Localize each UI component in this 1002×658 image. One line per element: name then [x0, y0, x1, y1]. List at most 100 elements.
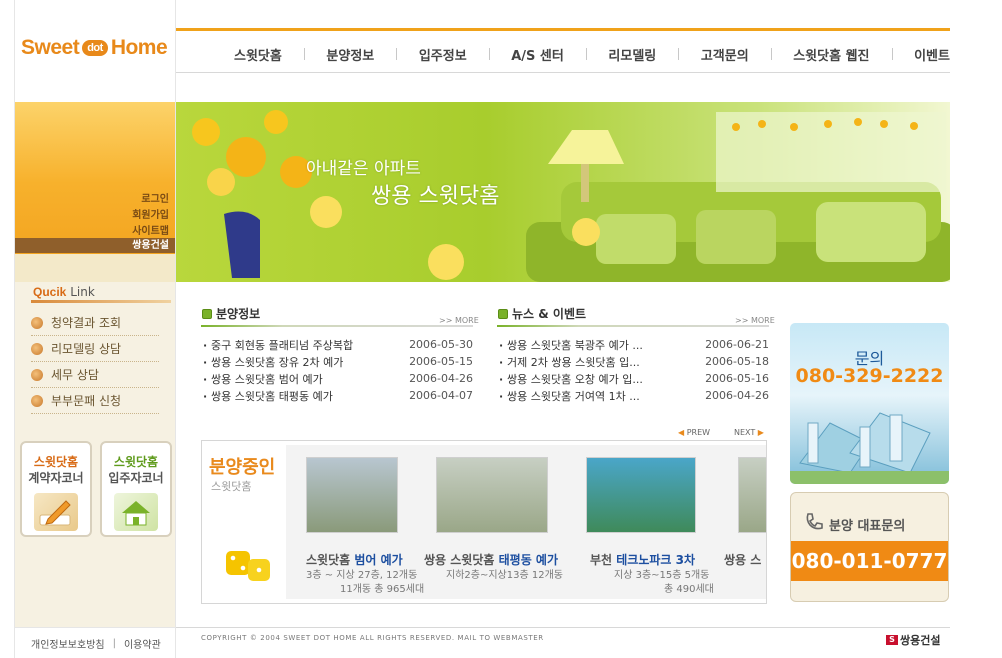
login-link[interactable]: 로그인: [141, 190, 169, 205]
inquiry-phone: 080-329-2222: [795, 365, 944, 387]
square-icon: [202, 308, 212, 319]
left-footer: 개인정보보호방침 | 이용약관: [15, 627, 175, 658]
next-label: NEXT: [734, 428, 756, 437]
presale-card[interactable]: 쌍용 스윗닷홈 태평동 예가 지하2층~지상13층 12개동: [424, 457, 576, 597]
list-item-date: 2006-05-18: [705, 355, 769, 368]
apartment-thumbnail: [306, 457, 398, 533]
presale-card-caption: 부천 테크노파크 3차: [590, 551, 695, 568]
house-icon: [114, 493, 158, 531]
apartment-thumbnail: [738, 457, 766, 533]
presale-track: 스윗닷홈 범어 예가 3층 ~ 지상 27층, 12개동 11개동 총 965세대…: [286, 445, 766, 599]
presale-card[interactable]: 스윗닷홈 범어 예가 3층 ~ 지상 27층, 12개동 11개동 총 965세대: [286, 457, 426, 597]
inquiry-panel[interactable]: 문의 080-329-2222: [790, 323, 949, 484]
list-item[interactable]: 중구 회현동 플래티넘 주상복합 2006-05-30: [203, 336, 473, 353]
footer-rule: [176, 627, 950, 628]
quick-item-label: 세무 상담: [51, 368, 99, 382]
left-column: Sweet dot Home 로그인 회원가입 사이트맵 쌍용건설 Qucik Li…: [14, 0, 176, 658]
carousel-next-button[interactable]: NEXT ▶: [734, 428, 764, 437]
caption-highlight: 테크노파크 3차: [616, 553, 696, 567]
top-accent-rule: [176, 28, 950, 31]
square-icon: [498, 308, 508, 319]
chevron-left-icon: ◀: [678, 428, 687, 437]
presale-card-caption: 스윗닷홈 범어 예가: [306, 551, 403, 568]
nav-item-sweetdothome[interactable]: 스윗닷홈: [234, 45, 282, 64]
presale-card-caption: 쌍용 스: [724, 551, 761, 568]
news-more-button[interactable]: >> MORE: [735, 316, 775, 325]
quick-item-subscription-result[interactable]: 청약결과 조회: [31, 310, 159, 336]
nav-divider: [770, 48, 772, 60]
presale-carousel-subtitle: 스윗닷홈: [211, 480, 252, 493]
nav-item-as-center[interactable]: A/S 센터: [511, 45, 564, 64]
company-name: 쌍용건설: [900, 634, 941, 647]
list-item[interactable]: 쌍용 스윗닷홈 오창 예가 입... 2006-05-16: [499, 370, 769, 387]
caption-highlight: 태평동 예가: [498, 553, 558, 567]
apartment-thumbnail: [586, 457, 696, 533]
presale-info-more-button[interactable]: >> MORE: [439, 316, 479, 325]
list-item-text: 쌍용 스윗닷홈 거여역 1차 ...: [499, 388, 640, 404]
privacy-policy-link[interactable]: 개인정보보호방침: [31, 636, 105, 651]
sitemap-link[interactable]: 사이트맵: [132, 222, 169, 237]
pencil-icon: [34, 493, 78, 531]
presale-carousel-title: 분양중인: [209, 457, 276, 478]
list-item-text: 쌍용 스윗닷홈 북광주 예가 ...: [499, 337, 643, 353]
footer-separator: |: [112, 637, 116, 649]
nav-divider: [303, 48, 305, 60]
list-item-text: 쌍용 스윗닷홈 장유 2차 예가: [203, 354, 343, 370]
logo[interactable]: Sweet dot Home: [21, 36, 168, 60]
caption-prefix: 스윗닷홈: [306, 553, 355, 567]
nav-item-remodeling[interactable]: 리모델링: [608, 45, 656, 64]
list-item[interactable]: 쌍용 스윗닷홈 거여역 1차 ... 2006-04-26: [499, 387, 769, 404]
logo-word-home: Home: [110, 36, 168, 59]
presale-card-detail: 3층 ~ 지상 27층, 12개동 11개동 총 965세대: [306, 569, 424, 597]
nav-item-move-in-info[interactable]: 입주정보: [419, 45, 467, 64]
caption-prefix: 쌍용 스윗닷홈: [424, 553, 499, 567]
quick-item-nameplate[interactable]: 부부문패 신청: [31, 388, 159, 414]
caption-prefix: 부천: [590, 553, 617, 567]
bullet-icon: [31, 342, 43, 355]
quick-item-label: 청약결과 조회: [51, 316, 122, 330]
list-item-text: 쌍용 스윗닷홈 범어 예가: [203, 371, 323, 387]
join-link[interactable]: 회원가입: [132, 206, 169, 221]
list-item[interactable]: 쌍용 스윗닷홈 북광주 예가 ... 2006-06-21: [499, 336, 769, 353]
resident-corner-button[interactable]: 스윗닷홈 입주자코너: [100, 441, 172, 537]
hero-banner: 아내같은 아파트 쌍용 스윗닷홈: [176, 102, 950, 282]
corner-label-name: 입주자코너: [108, 471, 164, 485]
nav-item-customer-inquiry[interactable]: 고객문의: [701, 45, 749, 64]
presale-info-heading: 분양정보: [202, 305, 260, 322]
chevron-right-icon: ▶: [755, 428, 764, 437]
company-link[interactable]: 쌍용건설: [15, 238, 175, 253]
nav-item-webzine[interactable]: 스윗닷홈 웹진: [793, 45, 869, 64]
detail-line: 11개동 총 965세대: [340, 584, 425, 595]
list-item[interactable]: 쌍용 스윗닷홈 범어 예가 2006-04-26: [203, 370, 473, 387]
list-item[interactable]: 쌍용 스윗닷홈 장유 2차 예가 2006-05-15: [203, 353, 473, 370]
bullet-icon: [31, 316, 43, 329]
list-item[interactable]: 거제 2차 쌍용 스윗닷홈 입... 2006-05-18: [499, 353, 769, 370]
corner-label-name: 계약자코너: [28, 471, 84, 485]
news-rule: [497, 325, 769, 327]
bullet-icon: [31, 368, 43, 381]
nav-item-event[interactable]: 이벤트: [914, 45, 950, 64]
list-item-date: 2006-04-07: [409, 389, 473, 402]
detail-line: 총 490세대: [664, 584, 714, 595]
quick-item-remodeling[interactable]: 리모델링 상담: [31, 336, 159, 362]
news-list: 쌍용 스윗닷홈 북광주 예가 ... 2006-06-21 거제 2차 쌍용 스윗…: [499, 336, 769, 404]
presale-card[interactable]: 부천 테크노파크 3차 지상 3층~15층 5개동총 490세대: [584, 457, 724, 597]
bullet-icon: [31, 394, 43, 407]
list-item[interactable]: 쌍용 스윗닷홈 태평동 예가 2006-04-07: [203, 387, 473, 404]
contractor-corner-button[interactable]: 스윗닷홈 계약자코너: [20, 441, 92, 537]
carousel-prev-button[interactable]: ◀ PREW: [678, 428, 710, 437]
apartment-thumbnail: [436, 457, 548, 533]
sales-inquiry-panel[interactable]: 분양 대표문의 080-011-0777: [790, 492, 949, 602]
presale-card[interactable]: 쌍용 스: [724, 457, 766, 597]
company-logo: S 쌍용건설: [886, 632, 940, 648]
terms-link[interactable]: 이용약관: [124, 636, 161, 651]
list-item-text: 쌍용 스윗닷홈 오창 예가 입...: [499, 371, 643, 387]
quick-link-rule: [31, 300, 171, 303]
presale-card-caption: 쌍용 스윗닷홈 태평동 예가: [424, 551, 558, 568]
nav-item-presale-info[interactable]: 분양정보: [326, 45, 374, 64]
presale-carousel: 분양중인 스윗닷홈 스윗닷홈 범어 예가 3층 ~ 지상 27층, 12개동 11…: [201, 440, 767, 604]
caption-prefix: 쌍용 스: [724, 553, 762, 567]
detail-line: 지상 3층~15층 5개동: [614, 570, 710, 581]
nav-divider: [488, 48, 490, 60]
quick-item-tax[interactable]: 세무 상담: [31, 362, 159, 388]
